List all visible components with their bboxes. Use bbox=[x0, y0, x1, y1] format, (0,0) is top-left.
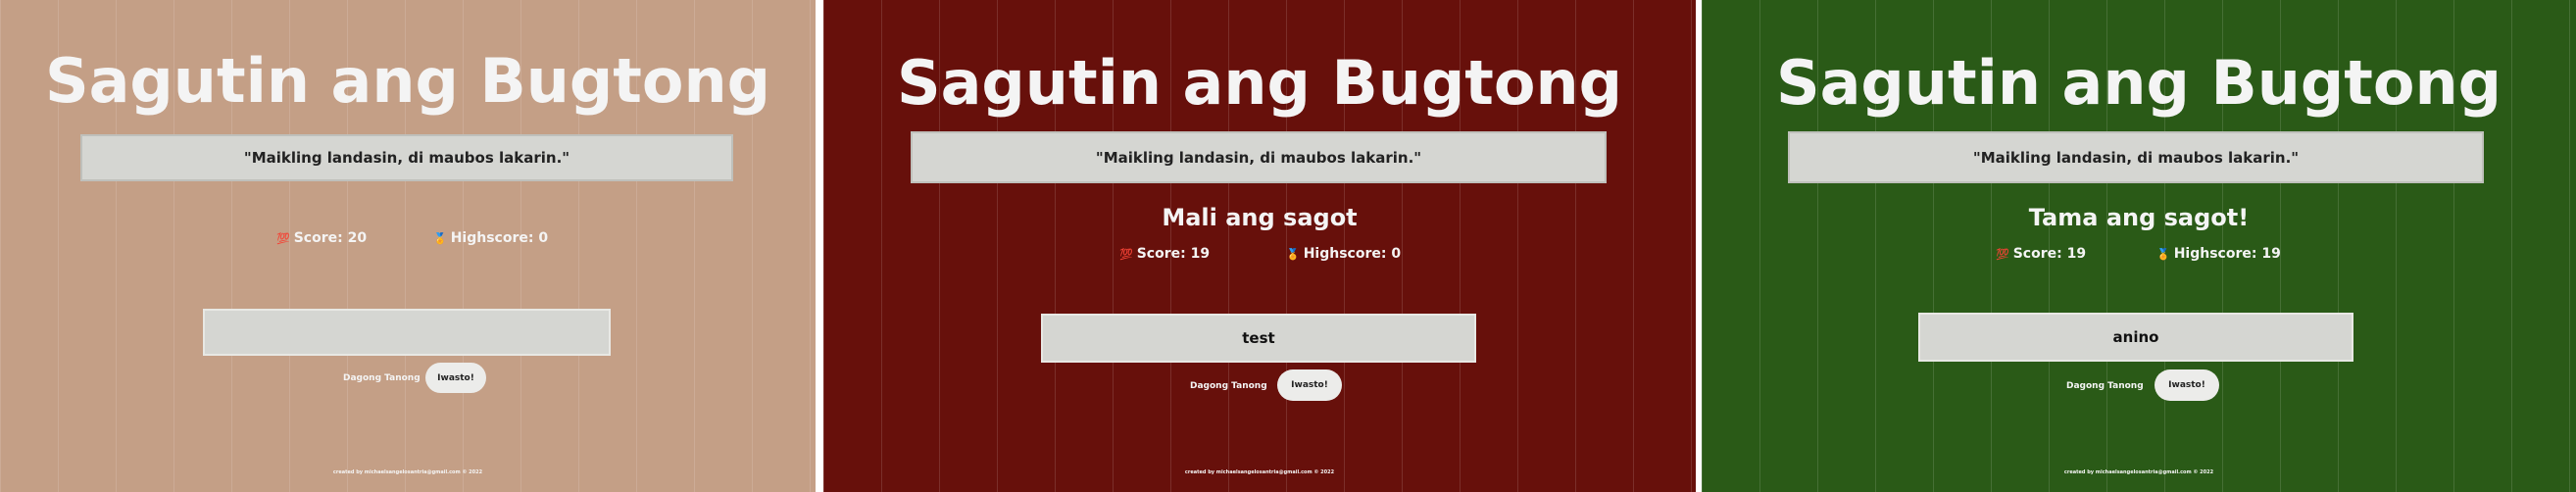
answer-input[interactable] bbox=[1918, 313, 2353, 362]
game-panel-neutral: Sagutin ang Bugtong "Maikling landasin, … bbox=[0, 0, 816, 492]
highscore-label: Highscore: 0 bbox=[450, 230, 549, 246]
highscore-display: 🏅 Highscore: 0 bbox=[1286, 246, 1401, 262]
hundred-points-icon: 💯 bbox=[276, 232, 290, 245]
footer-credit: created by michaelsangelosantria@gmail.c… bbox=[1184, 469, 1335, 475]
score-display: 💯 Score: 20 bbox=[276, 230, 367, 246]
page-title: Sagutin ang Bugtong bbox=[896, 47, 1623, 119]
highscore-display: 🏅 Highscore: 19 bbox=[2156, 246, 2281, 262]
result-message: Mali ang sagot bbox=[1162, 204, 1358, 231]
page-title: Sagutin ang Bugtong bbox=[44, 45, 771, 117]
riddle-text: "Maikling landasin, di maubos lakarin." bbox=[1972, 148, 2300, 167]
score-label: Score: 19 bbox=[1136, 246, 1211, 262]
answer-input[interactable] bbox=[203, 309, 611, 356]
riddle-text: "Maikling landasin, di maubos lakarin." bbox=[1095, 148, 1422, 167]
next-question-link[interactable]: Dagong Tanong bbox=[343, 373, 421, 383]
answer-input[interactable] bbox=[1041, 314, 1476, 363]
medal-icon: 🏅 bbox=[1286, 248, 1300, 261]
highscore-label: Highscore: 0 bbox=[1303, 246, 1402, 262]
riddle-box: "Maikling landasin, di maubos lakarin." bbox=[911, 131, 1607, 183]
hundred-points-icon: 💯 bbox=[1996, 248, 2009, 261]
game-panel-wrong: Sagutin ang Bugtong "Maikling landasin, … bbox=[823, 0, 1696, 492]
score-display: 💯 Score: 19 bbox=[1119, 246, 1210, 262]
riddle-text: "Maikling landasin, di maubos lakarin." bbox=[243, 149, 570, 167]
medal-icon: 🏅 bbox=[433, 232, 447, 245]
result-message: Tama ang sagot! bbox=[2028, 204, 2250, 231]
game-panel-correct: Sagutin ang Bugtong "Maikling landasin, … bbox=[1702, 0, 2576, 492]
riddle-box: "Maikling landasin, di maubos lakarin." bbox=[80, 134, 733, 181]
score-label: Score: 19 bbox=[2012, 246, 2087, 262]
footer-credit: created by michaelsangelosantria@gmail.c… bbox=[2063, 469, 2214, 475]
check-answer-button[interactable]: Iwasto! bbox=[2155, 369, 2219, 401]
page-title: Sagutin ang Bugtong bbox=[1775, 47, 2502, 119]
next-question-link[interactable]: Dagong Tanong bbox=[1190, 381, 1267, 391]
riddle-box: "Maikling landasin, di maubos lakarin." bbox=[1788, 131, 2484, 183]
highscore-display: 🏅 Highscore: 0 bbox=[433, 230, 548, 246]
highscore-label: Highscore: 19 bbox=[2173, 246, 2281, 262]
medal-icon: 🏅 bbox=[2156, 248, 2170, 261]
footer-credit: created by michaelsangelosantria@gmail.c… bbox=[332, 469, 483, 475]
next-question-link[interactable]: Dagong Tanong bbox=[2066, 381, 2144, 391]
score-label: Score: 20 bbox=[293, 230, 368, 246]
check-answer-button[interactable]: Iwasto! bbox=[1277, 369, 1342, 401]
score-display: 💯 Score: 19 bbox=[1996, 246, 2086, 262]
hundred-points-icon: 💯 bbox=[1119, 248, 1133, 261]
check-answer-button[interactable]: Iwasto! bbox=[425, 363, 486, 393]
